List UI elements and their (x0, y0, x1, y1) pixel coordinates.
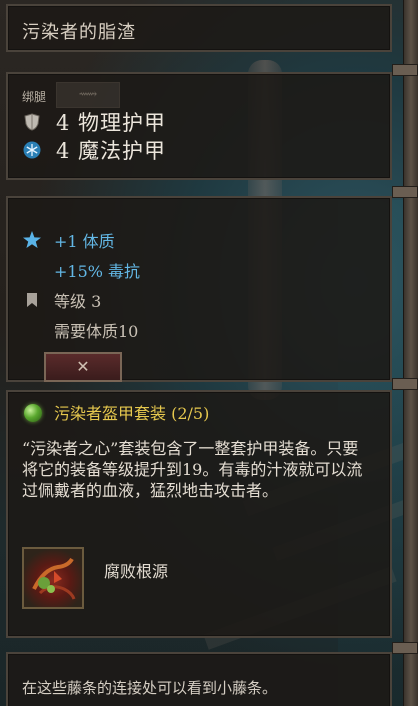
shield-icon (22, 112, 42, 132)
frame-rivet (392, 378, 418, 390)
bookmark-icon (22, 290, 42, 310)
item-requirement: 需要体质10 (54, 322, 139, 341)
cancel-button[interactable]: ✕ (44, 352, 122, 382)
window-frame-edge (403, 0, 418, 706)
star-icon (22, 230, 42, 250)
game-screen: 污染者的脂渣 绑腿 ⟿ 4 物理护甲 4 魔法护甲 +1 体质 +15% 毒抗 … (0, 0, 418, 706)
set-bonus-skill-name: 腐败根源 (104, 562, 169, 581)
magic-armor-text: 4 魔法护甲 (56, 139, 167, 163)
magic-armor-row: 4 魔法护甲 (22, 136, 166, 164)
set-gem-icon (24, 404, 42, 422)
stat-row: +1 体质 (22, 227, 115, 253)
equipment-slot-icon: ⟿ (56, 82, 120, 108)
item-level: 等级 3 (54, 292, 102, 311)
frame-rivet (392, 186, 418, 198)
stat-row: 需要体质10 (54, 317, 138, 343)
frame-rivet (392, 642, 418, 654)
physical-armor-row: 4 物理护甲 (22, 108, 166, 136)
stat-row: +15% 毒抗 (54, 257, 140, 283)
frame-rivet (392, 64, 418, 76)
stat-row: 等级 3 (22, 287, 101, 313)
stat-poison-resist: +15% 毒抗 (54, 262, 141, 281)
set-title: 污染者盔甲套装 (2/5) (54, 404, 210, 423)
stat-constitution: +1 体质 (54, 232, 115, 251)
set-description: “污染者之心”套装包含了一整套护甲装备。只要将它的装备等级提升到19。有毒的汁液… (22, 439, 363, 500)
physical-armor-text: 4 物理护甲 (56, 111, 167, 135)
item-slot-type: 绑腿 (22, 90, 47, 104)
snowflake-icon (22, 140, 42, 160)
item-name: 污染者的脂渣 (22, 22, 136, 43)
rotten-root-skill-icon[interactable] (22, 547, 84, 609)
item-lore: 在这些藤条的连接处可以看到小藤条。 (22, 679, 278, 697)
